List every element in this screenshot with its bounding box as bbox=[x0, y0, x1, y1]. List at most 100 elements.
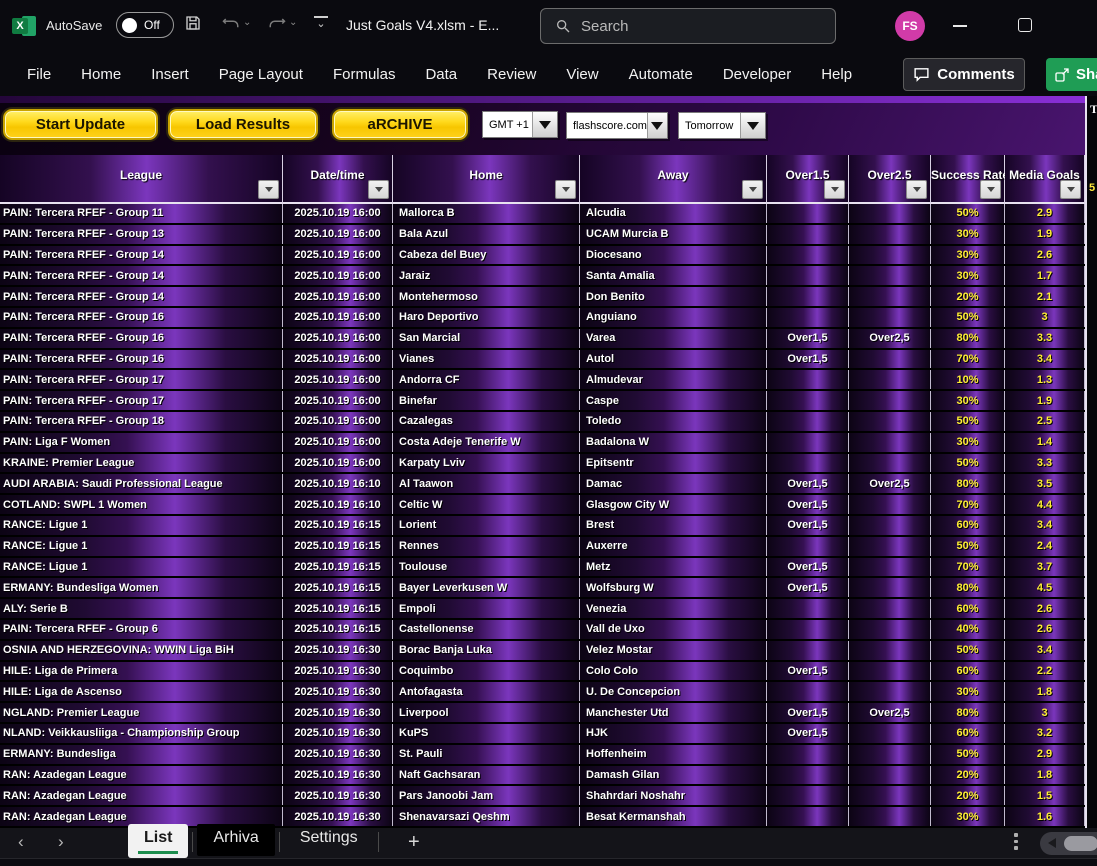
cell-away[interactable]: Santa Amalia bbox=[580, 266, 767, 285]
header-cell-home[interactable]: Home bbox=[393, 155, 580, 204]
cell-over1-5[interactable] bbox=[767, 433, 849, 452]
redo-button[interactable]: ⌄ bbox=[268, 14, 297, 30]
filter-button[interactable] bbox=[980, 180, 1001, 199]
cell-media-goals[interactable]: 4.5 bbox=[1005, 578, 1085, 597]
cell-league[interactable]: KRAINE: Premier League bbox=[0, 454, 283, 473]
cell-league[interactable]: AUDI ARABIA: Saudi Professional League bbox=[0, 474, 283, 493]
cell-date-time[interactable]: 2025.10.19 16:00 bbox=[283, 225, 393, 244]
cell-success-rate[interactable]: 60% bbox=[931, 662, 1005, 681]
cell-success-rate[interactable]: 50% bbox=[931, 537, 1005, 556]
cell-success-rate[interactable]: 70% bbox=[931, 495, 1005, 514]
cell-over2-5[interactable] bbox=[849, 412, 931, 431]
cell-media-goals[interactable]: 3.4 bbox=[1005, 350, 1085, 369]
cell-away[interactable]: Almudevar bbox=[580, 370, 767, 389]
cell-media-goals[interactable]: 2.6 bbox=[1005, 246, 1085, 265]
cell-away[interactable]: Damac bbox=[580, 474, 767, 493]
cell-over1-5[interactable]: Over1,5 bbox=[767, 703, 849, 722]
cell-media-goals[interactable]: 1.9 bbox=[1005, 391, 1085, 410]
cell-league[interactable]: ERMANY: Bundesliga Women bbox=[0, 578, 283, 597]
cell-over2-5[interactable] bbox=[849, 724, 931, 743]
header-cell-league[interactable]: League bbox=[0, 155, 283, 204]
cell-over1-5[interactable] bbox=[767, 287, 849, 306]
cell-over1-5[interactable] bbox=[767, 308, 849, 327]
cell-over1-5[interactable]: Over1,5 bbox=[767, 578, 849, 597]
cell-date-time[interactable]: 2025.10.19 16:00 bbox=[283, 412, 393, 431]
cell-success-rate[interactable]: 80% bbox=[931, 703, 1005, 722]
cell-home[interactable]: Costa Adeje Tenerife W bbox=[393, 433, 580, 452]
cell-over2-5[interactable] bbox=[849, 495, 931, 514]
add-sheet-button[interactable]: + bbox=[408, 831, 420, 854]
cell-home[interactable]: KuPS bbox=[393, 724, 580, 743]
cell-away[interactable]: Anguiano bbox=[580, 308, 767, 327]
timezone-dropdown[interactable]: GMT +1 bbox=[482, 111, 558, 138]
cell-league[interactable]: PAIN: Tercera RFEF - Group 16 bbox=[0, 308, 283, 327]
cell-success-rate[interactable]: 20% bbox=[931, 766, 1005, 785]
cell-success-rate[interactable]: 10% bbox=[931, 370, 1005, 389]
cell-date-time[interactable]: 2025.10.19 16:00 bbox=[283, 454, 393, 473]
cell-over2-5[interactable] bbox=[849, 682, 931, 701]
start-update-button[interactable]: Start Update bbox=[3, 109, 158, 140]
cell-date-time[interactable]: 2025.10.19 16:30 bbox=[283, 682, 393, 701]
cell-league[interactable]: OSNIA AND HERZEGOVINA: WWIN Liga BiH bbox=[0, 641, 283, 660]
cell-media-goals[interactable]: 3.3 bbox=[1005, 454, 1085, 473]
cell-media-goals[interactable]: 3.4 bbox=[1005, 641, 1085, 660]
avatar[interactable]: FS bbox=[895, 11, 925, 41]
cell-league[interactable]: HILE: Liga de Ascenso bbox=[0, 682, 283, 701]
cell-league[interactable]: HILE: Liga de Primera bbox=[0, 662, 283, 681]
cell-league[interactable]: RAN: Azadegan League bbox=[0, 786, 283, 805]
cell-home[interactable]: Bala Azul bbox=[393, 225, 580, 244]
cell-league[interactable]: PAIN: Tercera RFEF - Group 14 bbox=[0, 266, 283, 285]
cell-over2-5[interactable] bbox=[849, 433, 931, 452]
cell-home[interactable]: Montehermoso bbox=[393, 287, 580, 306]
cell-league[interactable]: PAIN: Tercera RFEF - Group 6 bbox=[0, 620, 283, 639]
cell-away[interactable]: HJK bbox=[580, 724, 767, 743]
cell-home[interactable]: Celtic W bbox=[393, 495, 580, 514]
cell-home[interactable]: San Marcial bbox=[393, 329, 580, 348]
cell-over1-5[interactable]: Over1,5 bbox=[767, 495, 849, 514]
cell-over1-5[interactable]: Over1,5 bbox=[767, 558, 849, 577]
cell-media-goals[interactable]: 1.7 bbox=[1005, 266, 1085, 285]
cell-home[interactable]: Vianes bbox=[393, 350, 580, 369]
ribbon-tab-data[interactable]: Data bbox=[410, 58, 472, 91]
cell-success-rate[interactable]: 30% bbox=[931, 682, 1005, 701]
cell-date-time[interactable]: 2025.10.19 16:00 bbox=[283, 204, 393, 223]
cell-league[interactable]: COTLAND: SWPL 1 Women bbox=[0, 495, 283, 514]
cell-league[interactable]: PAIN: Tercera RFEF - Group 14 bbox=[0, 287, 283, 306]
cell-success-rate[interactable]: 50% bbox=[931, 454, 1005, 473]
cell-over1-5[interactable] bbox=[767, 599, 849, 618]
cell-media-goals[interactable]: 3.5 bbox=[1005, 474, 1085, 493]
cell-date-time[interactable]: 2025.10.19 16:00 bbox=[283, 246, 393, 265]
cell-away[interactable]: Vall de Uxo bbox=[580, 620, 767, 639]
cell-over1-5[interactable] bbox=[767, 266, 849, 285]
cell-date-time[interactable]: 2025.10.19 16:00 bbox=[283, 266, 393, 285]
cell-media-goals[interactable]: 3.7 bbox=[1005, 558, 1085, 577]
cell-over1-5[interactable] bbox=[767, 620, 849, 639]
header-cell-date-time[interactable]: Date/time bbox=[283, 155, 393, 204]
cell-over2-5[interactable] bbox=[849, 599, 931, 618]
cell-success-rate[interactable]: 50% bbox=[931, 412, 1005, 431]
cell-over2-5[interactable] bbox=[849, 662, 931, 681]
cell-away[interactable]: Glasgow City W bbox=[580, 495, 767, 514]
cell-date-time[interactable]: 2025.10.19 16:10 bbox=[283, 495, 393, 514]
cell-home[interactable]: Bayer Leverkusen W bbox=[393, 578, 580, 597]
header-cell-over2-5[interactable]: Over2.5 bbox=[849, 155, 931, 204]
cell-success-rate[interactable]: 50% bbox=[931, 308, 1005, 327]
filter-button[interactable] bbox=[555, 180, 576, 199]
ribbon-tab-help[interactable]: Help bbox=[806, 58, 867, 91]
cell-home[interactable]: Shenavarsazi Qeshm bbox=[393, 807, 580, 826]
cell-over2-5[interactable] bbox=[849, 287, 931, 306]
cell-success-rate[interactable]: 50% bbox=[931, 745, 1005, 764]
ribbon-tab-insert[interactable]: Insert bbox=[136, 58, 204, 91]
filter-button[interactable] bbox=[742, 180, 763, 199]
filter-button[interactable] bbox=[368, 180, 389, 199]
cell-over2-5[interactable]: Over2,5 bbox=[849, 329, 931, 348]
sheet-tab-settings[interactable]: Settings bbox=[284, 824, 374, 856]
cell-date-time[interactable]: 2025.10.19 16:00 bbox=[283, 308, 393, 327]
ribbon-tab-file[interactable]: File bbox=[12, 58, 66, 91]
cell-over1-5[interactable]: Over1,5 bbox=[767, 516, 849, 535]
header-cell-over1-5[interactable]: Over1.5 bbox=[767, 155, 849, 204]
cell-away[interactable]: U. De Concepcion bbox=[580, 682, 767, 701]
cell-success-rate[interactable]: 20% bbox=[931, 786, 1005, 805]
cell-over1-5[interactable] bbox=[767, 641, 849, 660]
sheet-nav-left-icon[interactable]: ‹ bbox=[18, 832, 24, 852]
